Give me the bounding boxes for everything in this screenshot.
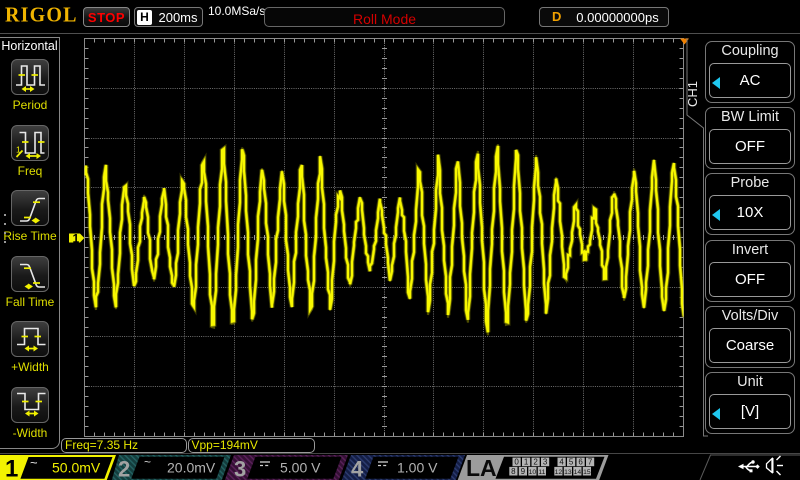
svg-text:4: 4	[351, 457, 364, 480]
svg-text:3: 3	[543, 458, 548, 467]
svg-text:5: 5	[569, 458, 574, 467]
svg-text:9: 9	[521, 467, 526, 476]
svg-text:CH1: CH1	[685, 81, 700, 107]
svg-text:7: 7	[588, 458, 593, 467]
svg-text:10: 10	[529, 469, 537, 476]
svg-text:~: ~	[144, 455, 151, 469]
svg-text:15: 15	[583, 469, 591, 476]
svg-text:~: ~	[30, 455, 38, 470]
svg-text:1: 1	[5, 456, 18, 480]
svg-text:5.00 V: 5.00 V	[280, 460, 321, 476]
svg-text:13: 13	[564, 469, 572, 476]
svg-text:11: 11	[538, 469, 545, 476]
svg-text:1: 1	[524, 458, 529, 467]
svg-text:LA: LA	[466, 455, 497, 480]
svg-text:20.0mV: 20.0mV	[167, 460, 216, 476]
svg-text:12: 12	[555, 469, 563, 476]
svg-text:0: 0	[514, 458, 519, 467]
svg-text:3: 3	[234, 457, 246, 480]
svg-text:1.00 V: 1.00 V	[397, 460, 438, 476]
svg-text:14: 14	[574, 469, 582, 476]
svg-text:2: 2	[533, 458, 538, 467]
svg-text:6: 6	[578, 458, 583, 467]
svg-text:50.0mV: 50.0mV	[52, 460, 101, 476]
svg-text:1: 1	[73, 232, 80, 246]
svg-text:4: 4	[559, 458, 564, 467]
svg-text:8: 8	[511, 467, 516, 476]
svg-text:2: 2	[118, 457, 130, 480]
